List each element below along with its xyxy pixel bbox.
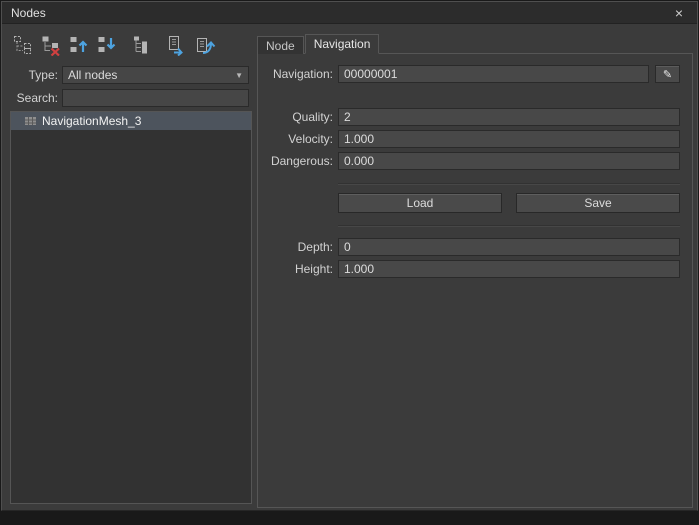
import-nodes-icon xyxy=(166,34,188,56)
create-node-icon xyxy=(12,34,34,56)
quality-label: Quality: xyxy=(264,110,338,124)
load-button[interactable]: Load xyxy=(338,193,502,213)
type-label: Type: xyxy=(10,68,62,82)
type-dropdown-value: All nodes xyxy=(68,68,235,82)
mesh-icon xyxy=(24,115,37,127)
list-item-navigationmesh[interactable]: NavigationMesh_3 xyxy=(11,112,251,130)
navigation-tab-content: Navigation: ✎ Quality: Velocity: Dangero… xyxy=(257,53,693,508)
navigation-label: Navigation: xyxy=(264,67,338,81)
velocity-input[interactable] xyxy=(338,130,680,148)
depth-input[interactable] xyxy=(338,238,680,256)
tab-node[interactable]: Node xyxy=(257,36,304,54)
type-filter-row: Type: All nodes ▼ xyxy=(10,66,249,84)
tree-view-icon xyxy=(131,34,153,56)
search-input[interactable] xyxy=(62,89,249,107)
velocity-field-row: Velocity: xyxy=(264,130,680,148)
nodes-list-panel: Type: All nodes ▼ Search: NavigationMesh… xyxy=(10,30,252,504)
type-dropdown[interactable]: All nodes ▼ xyxy=(62,66,249,84)
nodes-window: Nodes × xyxy=(1,1,698,511)
search-label: Search: xyxy=(10,91,62,105)
height-field-row: Height: xyxy=(264,260,680,278)
create-node-button[interactable] xyxy=(10,32,36,58)
tab-navigation[interactable]: Navigation xyxy=(305,34,380,54)
import-nodes-button[interactable] xyxy=(164,32,190,58)
group-separator xyxy=(338,183,680,185)
depth-field-row: Depth: xyxy=(264,238,680,256)
load-save-row: Load Save xyxy=(338,193,680,213)
group-separator xyxy=(338,225,680,227)
tab-bar: Node Navigation xyxy=(257,34,380,54)
quality-input[interactable] xyxy=(338,108,680,126)
export-nodes-icon xyxy=(194,34,216,56)
delete-node-button[interactable] xyxy=(38,32,64,58)
move-node-up-button[interactable] xyxy=(66,32,92,58)
move-node-up-icon xyxy=(68,34,90,56)
list-item-label: NavigationMesh_3 xyxy=(42,114,141,128)
node-list: NavigationMesh_3 xyxy=(10,111,252,504)
dangerous-field-row: Dangerous: xyxy=(264,152,680,170)
nodes-toolbar xyxy=(10,30,252,60)
tree-view-button[interactable] xyxy=(129,32,155,58)
depth-label: Depth: xyxy=(264,240,338,254)
height-input[interactable] xyxy=(338,260,680,278)
dangerous-input[interactable] xyxy=(338,152,680,170)
move-node-down-button[interactable] xyxy=(94,32,120,58)
navigation-field-row: Navigation: ✎ xyxy=(264,65,680,83)
pencil-icon: ✎ xyxy=(663,68,672,81)
move-node-down-icon xyxy=(96,34,118,56)
height-label: Height: xyxy=(264,262,338,276)
export-nodes-button[interactable] xyxy=(192,32,218,58)
dangerous-label: Dangerous: xyxy=(264,154,338,168)
properties-panel: Node Navigation Navigation: ✎ Quality: V… xyxy=(257,34,693,508)
close-icon[interactable]: × xyxy=(670,6,688,20)
navigation-input[interactable] xyxy=(338,65,649,83)
delete-node-icon xyxy=(40,34,62,56)
save-button[interactable]: Save xyxy=(516,193,680,213)
window-title: Nodes xyxy=(11,6,670,20)
quality-field-row: Quality: xyxy=(264,108,680,126)
titlebar: Nodes × xyxy=(2,2,697,24)
chevron-down-icon: ▼ xyxy=(235,71,243,80)
search-row: Search: xyxy=(10,89,249,107)
velocity-label: Velocity: xyxy=(264,132,338,146)
edit-navigation-button[interactable]: ✎ xyxy=(655,65,680,83)
